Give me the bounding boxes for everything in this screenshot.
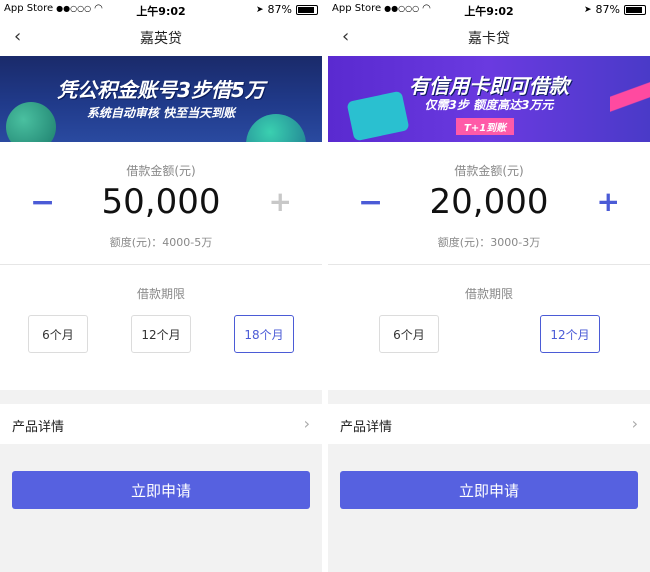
page-title: 嘉卡贷 bbox=[468, 31, 510, 47]
apply-button[interactable]: 立即申请 bbox=[12, 471, 310, 509]
status-bar: App Store ●●○○○ ◠ 上午9:02 ➤ 87% bbox=[328, 0, 650, 18]
term-option-6[interactable]: 6个月 bbox=[28, 315, 88, 353]
term-option-18[interactable]: 18个月 bbox=[234, 315, 294, 353]
plus-icon[interactable]: + bbox=[269, 185, 292, 218]
promo-banner[interactable]: 凭公积金账号3步借5万 系统自动审核 快至当天到账 bbox=[0, 56, 322, 142]
battery-percent: 87% bbox=[267, 3, 292, 16]
product-detail-label: 产品详情 bbox=[340, 420, 393, 435]
navigation-bar: ‹ 嘉卡贷 bbox=[328, 18, 650, 56]
status-bar: App Store ●●○○○ ◠ 上午9:02 ➤ 87% bbox=[0, 0, 322, 18]
chevron-right-icon: › bbox=[631, 414, 638, 433]
amount-range: 额度(元)：3000-3万 bbox=[437, 236, 541, 249]
banner-subtitle: 仅需3步 额度高达3万元 bbox=[424, 98, 554, 112]
location-icon: ➤ bbox=[256, 4, 264, 15]
banner-subtitle: 系统自动审核 快至当天到账 bbox=[86, 106, 236, 120]
term-section: 借款期限 6个月 12个月 18个月 bbox=[0, 264, 322, 390]
term-label: 借款期限 bbox=[136, 287, 185, 301]
screenshot-pair: App Store ●●○○○ ◠ 上午9:02 ➤ 87% ‹ 嘉英贷 凭公积… bbox=[0, 0, 650, 572]
product-detail-row[interactable]: 产品详情 › bbox=[0, 404, 322, 444]
term-option-6[interactable]: 6个月 bbox=[379, 315, 439, 353]
banner-title: 凭公积金账号3步借5万 bbox=[57, 78, 265, 102]
term-option-12[interactable]: 12个月 bbox=[540, 315, 600, 353]
battery-icon bbox=[296, 4, 318, 15]
banner-tag: T+1到账 bbox=[456, 118, 515, 135]
amount-section: 借款金额(元) − 20,000 + 额度(元)：3000-3万 bbox=[328, 142, 650, 264]
navigation-bar: ‹ 嘉英贷 bbox=[0, 18, 322, 56]
panel-jiaying: App Store ●●○○○ ◠ 上午9:02 ➤ 87% ‹ 嘉英贷 凭公积… bbox=[0, 0, 322, 572]
apply-button[interactable]: 立即申请 bbox=[340, 471, 638, 509]
product-detail-label: 产品详情 bbox=[12, 420, 65, 435]
promo-banner[interactable]: 有信用卡即可借款 仅需3步 额度高达3万元 T+1到账 bbox=[328, 56, 650, 142]
banner-title: 有信用卡即可借款 bbox=[409, 74, 569, 98]
amount-label: 借款金额(元) bbox=[454, 164, 524, 178]
panel-jiaka: App Store ●●○○○ ◠ 上午9:02 ➤ 87% ‹ 嘉卡贷 有信用… bbox=[328, 0, 650, 572]
amount-label: 借款金额(元) bbox=[126, 164, 196, 178]
battery-icon bbox=[624, 4, 646, 15]
chevron-right-icon: › bbox=[303, 414, 310, 433]
location-icon: ➤ bbox=[584, 4, 592, 15]
product-detail-row[interactable]: 产品详情 › bbox=[328, 404, 650, 444]
plus-icon[interactable]: + bbox=[597, 185, 620, 218]
term-label: 借款期限 bbox=[464, 287, 513, 301]
term-option-12[interactable]: 12个月 bbox=[131, 315, 191, 353]
page-title: 嘉英贷 bbox=[140, 31, 182, 47]
amount-range: 额度(元)：4000-5万 bbox=[109, 236, 213, 249]
battery-percent: 87% bbox=[595, 3, 620, 16]
amount-section: 借款金额(元) − 50,000 + 额度(元)：4000-5万 bbox=[0, 142, 322, 264]
term-section: 借款期限 6个月 12个月 bbox=[328, 264, 650, 390]
